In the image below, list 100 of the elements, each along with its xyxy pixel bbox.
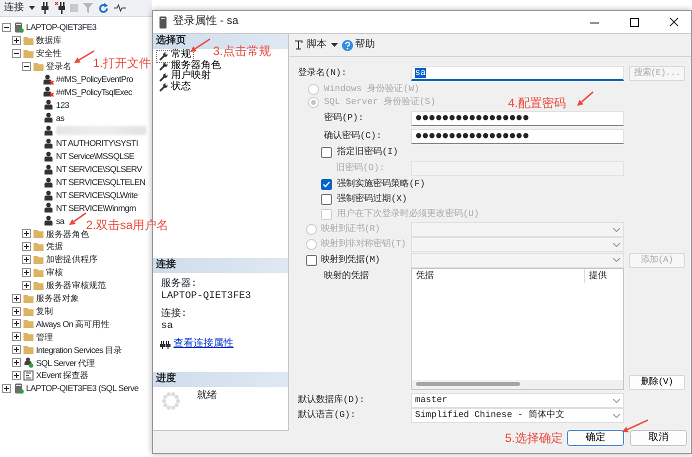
tree-item[interactable]: Integration Services 目录 (36, 344, 122, 355)
folder-icon (23, 292, 34, 304)
dialog-button[interactable]: 取消 (630, 430, 687, 446)
caret-icon[interactable] (29, 6, 35, 10)
field-label: 密码(P): (323, 112, 365, 124)
chevron-icon[interactable] (613, 228, 620, 232)
expand-icon[interactable] (12, 294, 21, 303)
chevron-icon[interactable] (613, 242, 620, 246)
option-label: 指定旧密码(I) (337, 147, 398, 158)
expand-icon[interactable] (12, 358, 21, 368)
expand-icon[interactable] (12, 345, 21, 354)
connect-menu[interactable]: 连接 (4, 2, 24, 14)
tree-item[interactable]: sa (56, 216, 64, 226)
plug-icon (160, 341, 171, 349)
chevron-icon[interactable] (613, 258, 620, 262)
server-icon (13, 22, 24, 33)
collapse-icon[interactable] (12, 48, 21, 58)
tree-item[interactable]: XEvent 探查器 (36, 370, 89, 381)
plug-icon[interactable] (40, 2, 50, 14)
expand-icon[interactable] (12, 306, 21, 316)
script-menu[interactable]: 脚本 (294, 39, 326, 51)
expand-icon[interactable] (22, 268, 31, 277)
activity-icon[interactable] (114, 4, 126, 12)
field-label: 登录名(N): (298, 68, 348, 79)
column-header[interactable]: 凭据 (412, 269, 585, 283)
expand-icon[interactable] (12, 36, 21, 45)
chevron-icon[interactable] (613, 414, 620, 418)
tree-item[interactable]: 复制 (36, 306, 54, 316)
checkbox[interactable] (321, 147, 332, 158)
folder-icon (23, 306, 34, 317)
tree-item[interactable]: 管理 (36, 332, 54, 342)
tree-item[interactable]: ##MS_PolicyEventPro (56, 74, 133, 84)
tree-item[interactable]: 凭据 (46, 241, 64, 252)
option-label: 强制密码过期(X) (337, 194, 408, 205)
tree-item[interactable]: NT SERVICE\SQLWrite (56, 190, 138, 200)
tree-item[interactable]: as (56, 112, 64, 123)
password-field[interactable]: ●●●●●●●●●●●●●●●●● (411, 110, 624, 126)
chevron-icon[interactable] (613, 398, 620, 402)
tree-item[interactable]: NT SERVICE\SQLTELEN (56, 177, 146, 188)
status-text: 就绪 (197, 391, 217, 403)
tree-item[interactable]: Always On 高可用性 (36, 318, 110, 330)
option-label: 用户在下次登录时必须更改密码(U) (337, 209, 480, 220)
field-label: 映射的凭据 (323, 270, 370, 282)
folder-icon (23, 318, 34, 330)
option-label: SQL Server 身份验证(S) (324, 97, 436, 108)
tree-item[interactable]: NT SERVICE\Winmgm (56, 202, 136, 213)
caret-icon[interactable] (330, 43, 338, 47)
dropdown[interactable]: Simplified Chinese - 简体中文 (411, 408, 624, 423)
remove-button[interactable]: 删除(V) (629, 375, 685, 390)
tree-item[interactable]: 登录名 (46, 61, 72, 72)
page-item[interactable]: 状态 (157, 82, 193, 93)
expand-icon[interactable] (22, 229, 31, 238)
checkbox[interactable] (321, 194, 332, 205)
annotation-text: 4.配置密码 (508, 96, 566, 110)
expand-icon[interactable] (12, 370, 21, 380)
window-title: 登录属性 - sa (173, 15, 238, 29)
scrollbar[interactable] (412, 380, 623, 389)
refresh-icon[interactable] (98, 2, 109, 14)
expand-icon[interactable] (2, 384, 11, 393)
tree-item[interactable]: 安全性 (36, 48, 62, 58)
user-icon (43, 215, 54, 226)
tree-item[interactable]: 审核 (46, 267, 64, 278)
checkbox[interactable] (306, 254, 317, 266)
tree-item[interactable]: 服务器对象 (36, 293, 80, 304)
expand-icon[interactable] (22, 242, 31, 252)
option-label: 映射到非对称密钥(T) (321, 239, 406, 250)
password-field[interactable]: ●●●●●●●●●●●●●●●●● (411, 128, 624, 144)
collapse-icon[interactable] (22, 62, 31, 71)
user-icon (43, 202, 54, 214)
tree-item[interactable]: ##MS_PolicyTsqlExec (56, 86, 132, 97)
user-icon (43, 138, 54, 149)
disconnect-icon[interactable] (55, 2, 65, 14)
column-header[interactable]: 提供 (585, 269, 623, 283)
expand-icon[interactable] (22, 254, 31, 264)
tree-item[interactable]: LAPTOP-QIET3FE3 (26, 22, 96, 33)
tree-item[interactable]: 加密提供程序 (46, 254, 98, 265)
expand-icon[interactable] (12, 332, 21, 342)
collapse-icon[interactable] (2, 22, 11, 32)
section-header: 连接 (153, 258, 288, 273)
checkbox[interactable] (321, 179, 332, 190)
expand-icon[interactable] (22, 280, 31, 290)
tree-item[interactable]: 数据库 (36, 35, 62, 46)
expand-icon[interactable] (12, 319, 21, 328)
tree-item[interactable]: NT AUTHORITY\SYSTI (56, 138, 138, 149)
help-button[interactable]: 帮助 (342, 39, 375, 51)
tree-item[interactable]: NT Service\MSSQLSE (56, 151, 134, 162)
server-icon (13, 382, 24, 394)
dropdown[interactable]: master (411, 393, 624, 408)
tree-item[interactable]: SQL Server 代理 (36, 358, 96, 368)
folder-icon (33, 228, 44, 240)
tree-item[interactable]: LAPTOP-QIET3FE3 (SQL Serve (26, 383, 138, 394)
tree-item[interactable]: 服务器审核规范 (46, 280, 106, 290)
tree-item[interactable]: NT SERVICE\SQLSERV (56, 164, 142, 174)
login-name-field[interactable]: sa (411, 66, 624, 81)
field-label: 服务器: (161, 279, 198, 291)
dialog-button[interactable]: 确定 (567, 430, 624, 446)
properties-link[interactable]: 查看连接属性 (174, 339, 234, 351)
folder-icon (33, 280, 44, 291)
tree-item[interactable]: 123 (56, 100, 69, 110)
field-label: 连接: (161, 309, 188, 321)
